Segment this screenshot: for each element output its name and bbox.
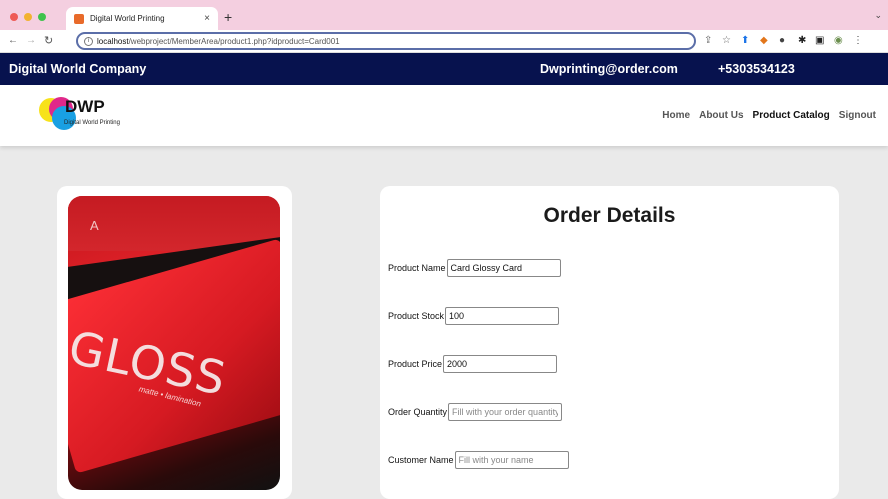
browser-tab[interactable]: Digital World Printing ×	[66, 7, 218, 30]
product-name-label: Product Name	[388, 263, 446, 273]
product-image-card: A GLOSS matte • lamination	[57, 186, 292, 499]
site-top-bar: Digital World Company Dwprinting@order.c…	[0, 53, 888, 85]
order-quantity-row: Order Quantity	[388, 403, 563, 421]
browser-toolbar: ← → ↻ i localhost/webproject/MemberArea/…	[0, 30, 888, 53]
nav-item-home[interactable]: Home	[662, 110, 690, 121]
site-navbar: DWP Digital World Printing Home About Us…	[0, 85, 888, 146]
product-name-field[interactable]	[446, 259, 561, 277]
customer-name-row: Customer Name	[388, 451, 569, 469]
product-price-label: Product Price	[388, 359, 443, 369]
product-photo: A GLOSS matte • lamination	[68, 196, 280, 490]
minimize-window-button[interactable]	[24, 13, 32, 21]
extension-badge-icon[interactable]: ●	[779, 35, 785, 47]
extensions-puzzle-icon[interactable]: ✱	[798, 35, 806, 47]
order-quantity-field[interactable]	[448, 403, 563, 421]
product-price-field[interactable]	[443, 355, 558, 373]
nav-item-product-catalog[interactable]: Product Catalog	[753, 110, 830, 121]
product-stock-label: Product Stock	[388, 311, 445, 321]
contact-email: Dwprinting@order.com	[540, 62, 678, 76]
address-bar[interactable]: i localhost/webproject/MemberArea/produc…	[76, 32, 696, 50]
new-tab-button[interactable]: +	[224, 9, 232, 25]
product-stock-field[interactable]	[445, 307, 560, 325]
product-stock-row: Product Stock	[388, 307, 560, 325]
order-quantity-label: Order Quantity	[388, 407, 448, 417]
nav-item-about-us[interactable]: About Us	[699, 110, 743, 121]
close-window-button[interactable]	[10, 13, 18, 21]
tab-close-icon[interactable]: ×	[204, 13, 210, 24]
customer-name-label: Customer Name	[388, 455, 454, 465]
site-favicon-icon	[74, 13, 84, 24]
back-arrow-icon[interactable]: ←	[8, 35, 18, 46]
order-details-title: Order Details	[543, 204, 676, 227]
metamask-extension-icon[interactable]: ◆	[760, 35, 768, 47]
contact-phone: +5303534123	[718, 62, 795, 76]
site-logo[interactable]: DWP Digital World Printing	[37, 94, 177, 136]
extension-arrow-icon[interactable]: ⬆	[741, 35, 749, 47]
company-name: Digital World Company	[9, 62, 147, 76]
nav-item-signout[interactable]: Signout	[839, 110, 876, 121]
site-info-icon[interactable]: i	[84, 36, 93, 46]
browser-menu-icon[interactable]: ⋮	[853, 35, 863, 47]
browser-tab-bar: Digital World Printing × + ⌄	[0, 0, 888, 30]
product-name-row: Product Name	[388, 259, 561, 277]
side-panel-icon[interactable]: ▣	[815, 35, 824, 47]
logo-tagline: Digital World Printing	[64, 120, 120, 126]
profile-avatar-icon[interactable]: ◉	[834, 35, 843, 47]
product-price-row: Product Price	[388, 355, 558, 373]
reload-icon[interactable]: ↻	[44, 34, 53, 47]
order-details-panel: Order Details Product Name Product Stock…	[380, 186, 839, 499]
url-host: localhost	[97, 36, 129, 46]
tab-title: Digital World Printing	[90, 14, 165, 23]
customer-name-field[interactable]	[454, 451, 569, 469]
bookmark-star-icon[interactable]: ☆	[722, 35, 731, 47]
photo-letter: A	[90, 218, 99, 233]
tab-list-chevron-icon[interactable]: ⌄	[874, 10, 882, 21]
maximize-window-button[interactable]	[38, 13, 46, 21]
main-menu: Home About Us Product Catalog Signout	[662, 110, 876, 121]
forward-arrow-icon[interactable]: →	[26, 35, 36, 46]
logo-brand: DWP	[65, 97, 105, 116]
url-path: /webproject/MemberArea/product1.php?idpr…	[128, 36, 340, 46]
share-icon[interactable]: ⇪	[704, 35, 712, 47]
